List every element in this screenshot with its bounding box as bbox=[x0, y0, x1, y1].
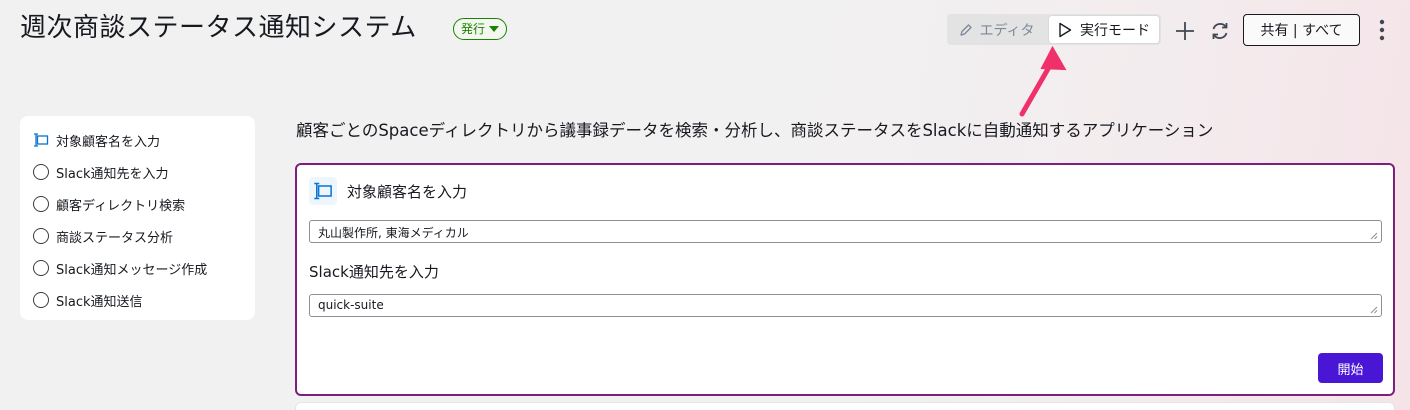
annotation-arrow bbox=[1019, 45, 1067, 117]
editor-mode-label: エディタ bbox=[979, 22, 1035, 39]
plus-icon bbox=[1176, 22, 1194, 40]
refresh-button[interactable] bbox=[1207, 18, 1233, 44]
run-mode-label: 実行モード bbox=[1080, 22, 1150, 39]
step-sidebar: 対象顧客名を入力 Slack通知先を入力 顧客ディレクトリ検索 商談ステータス分… bbox=[20, 116, 255, 320]
slack-target-label: Slack通知先を入力 bbox=[309, 263, 439, 281]
app-description: 顧客ごとのSpaceディレクトリから議事録データを検索・分析し、商談ステータスを… bbox=[296, 121, 1214, 140]
step-circle-icon bbox=[33, 260, 49, 276]
panel-title: 対象顧客名を入力 bbox=[347, 182, 468, 201]
sidebar-step-label: 顧客ディレクトリ検索 bbox=[56, 198, 186, 214]
next-panel-edge bbox=[295, 402, 1395, 410]
start-button[interactable]: 開始 bbox=[1318, 353, 1383, 383]
customer-name-field[interactable]: 丸山製作所, 東海メディカル bbox=[309, 220, 1382, 243]
sidebar-step-input-customer[interactable]: 対象顧客名を入力 bbox=[33, 124, 255, 156]
input-panel: 対象顧客名を入力 丸山製作所, 東海メディカル Slack通知先を入力 quic… bbox=[295, 163, 1395, 396]
publish-status-dropdown[interactable]: 発行 bbox=[453, 18, 508, 40]
step-circle-icon bbox=[33, 196, 49, 212]
step-circle-icon bbox=[33, 292, 49, 308]
sidebar-step-message-create[interactable]: Slack通知メッセージ作成 bbox=[33, 252, 255, 284]
more-options-button[interactable] bbox=[1372, 17, 1392, 43]
input-step-icon bbox=[309, 177, 337, 205]
sidebar-step-directory-search[interactable]: 顧客ディレクトリ検索 bbox=[33, 188, 255, 220]
resize-handle-icon[interactable] bbox=[1370, 306, 1378, 314]
refresh-icon bbox=[1212, 23, 1228, 39]
sidebar-step-label: Slack通知メッセージ作成 bbox=[56, 262, 208, 278]
play-icon bbox=[1059, 22, 1072, 37]
publish-status-label: 発行 bbox=[461, 22, 486, 36]
sidebar-step-label: 商談ステータス分析 bbox=[56, 230, 174, 246]
customer-name-value: 丸山製作所, 東海メディカル bbox=[318, 226, 469, 240]
step-circle-icon bbox=[33, 164, 49, 180]
slack-target-value: quick-suite bbox=[318, 298, 384, 312]
input-step-icon bbox=[33, 132, 49, 148]
sidebar-step-label: 対象顧客名を入力 bbox=[56, 134, 161, 150]
page-title: 週次商談ステータス通知システム bbox=[20, 13, 417, 43]
sidebar-step-label: Slack通知先を入力 bbox=[56, 166, 169, 182]
panel-header: 対象顧客名を入力 bbox=[309, 177, 467, 205]
add-button[interactable] bbox=[1172, 18, 1198, 44]
share-button[interactable]: 共有 | すべて bbox=[1243, 14, 1360, 46]
run-mode-button[interactable]: 実行モード bbox=[1049, 16, 1159, 43]
sidebar-step-status-analysis[interactable]: 商談ステータス分析 bbox=[33, 220, 255, 252]
sidebar-step-label: Slack通知送信 bbox=[56, 294, 143, 310]
sidebar-step-slack-send[interactable]: Slack通知送信 bbox=[33, 284, 255, 316]
slack-target-field[interactable]: quick-suite bbox=[309, 294, 1382, 317]
more-vertical-icon bbox=[1379, 19, 1385, 41]
step-circle-icon bbox=[33, 228, 49, 244]
sidebar-step-slack-target[interactable]: Slack通知先を入力 bbox=[33, 156, 255, 188]
pencil-icon bbox=[960, 23, 973, 36]
resize-handle-icon[interactable] bbox=[1370, 232, 1378, 240]
caret-down-icon bbox=[489, 26, 500, 32]
